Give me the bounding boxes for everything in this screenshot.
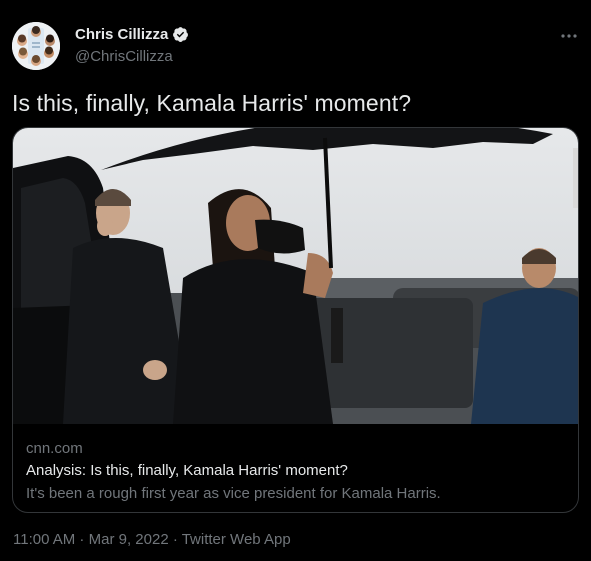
more-horizontal-icon[interactable] [556,26,582,46]
author-name-row[interactable]: Chris Cillizza [75,26,189,43]
tweet-date[interactable]: Mar 9, 2022 [89,531,169,548]
card-title[interactable]: Analysis: Is this, finally, Kamala Harri… [26,462,348,479]
tweet-meta: 11:00 AM · Mar 9, 2022 · Twitter Web App [13,531,291,548]
tweet-text: Is this, finally, Kamala Harris' moment? [12,90,412,116]
card-domain: cnn.com [26,440,83,457]
tweet-source[interactable]: Twitter Web App [182,531,291,548]
author-handle[interactable]: @ChrisCillizza [75,48,173,65]
author-display-name[interactable]: Chris Cillizza [75,26,168,43]
link-card[interactable]: cnn.com Analysis: Is this, finally, Kama… [12,127,579,513]
meta-separator: · [75,531,89,548]
tweet-time[interactable]: 11:00 AM [13,531,75,548]
tweet: Chris Cillizza @ChrisCillizza Is this, f… [0,0,591,561]
verified-badge-icon [172,26,189,43]
meta-separator: · [168,531,182,548]
card-image[interactable] [13,128,578,424]
card-description: It's been a rough first year as vice pre… [26,485,441,502]
avatar[interactable] [12,22,60,70]
photo-umbrella-woman-in-mask [13,128,578,424]
